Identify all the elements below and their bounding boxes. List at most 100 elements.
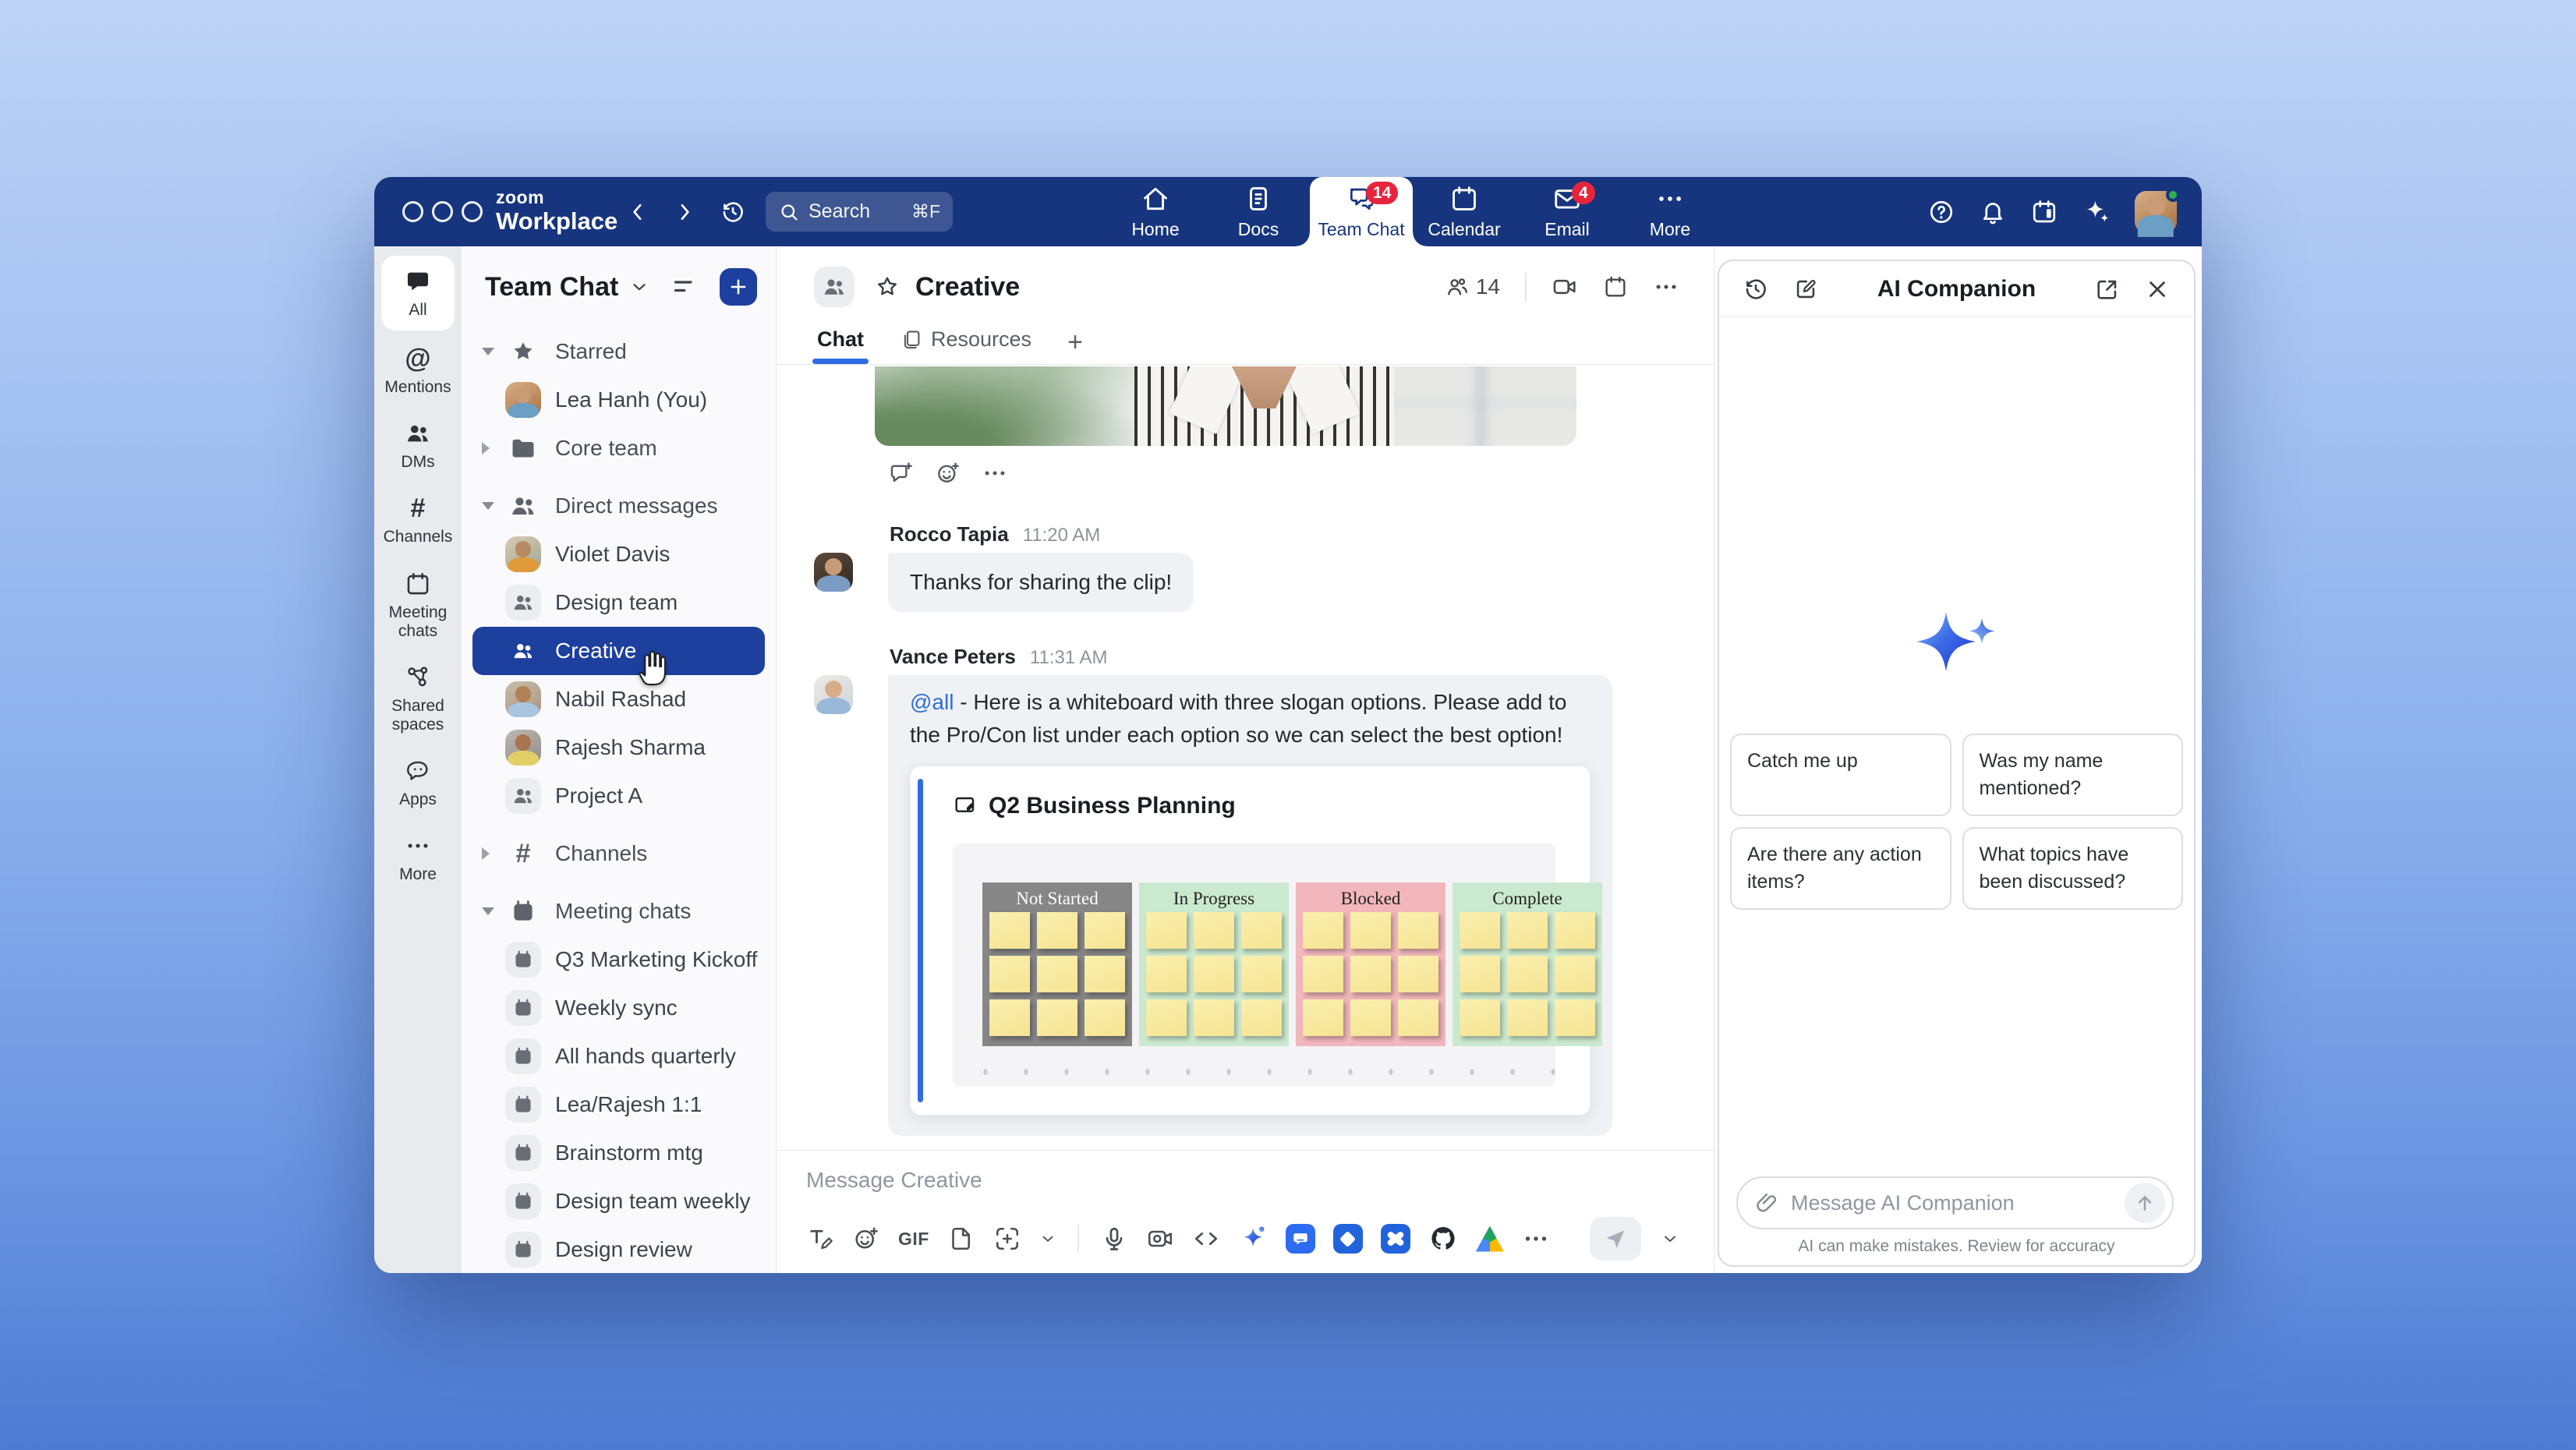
format-text-icon[interactable] [806,1225,834,1253]
composer-input[interactable] [806,1151,1679,1193]
expand-caret-icon[interactable] [482,442,490,454]
ai-new-chat-icon[interactable] [1792,276,1819,302]
sidebar-folder-core-team[interactable]: Core team [472,424,765,472]
sidebar-item-q3-marketing-kickoff[interactable]: Q3 Marketing Kickoff [472,935,765,984]
collapse-caret-icon[interactable] [482,348,494,355]
jira-app-icon[interactable] [1333,1224,1363,1254]
history-button[interactable] [717,196,748,228]
emoji-icon[interactable] [852,1225,880,1253]
help-icon[interactable] [1927,198,1955,226]
sidebar-item-lea-rajesh-1-1[interactable]: Lea/Rajesh 1:1 [472,1080,765,1129]
tab-chat[interactable]: Chat [817,327,864,362]
user-avatar[interactable] [2135,191,2177,233]
rail-item-channels[interactable]: # Channels [374,483,462,558]
sidebar-item-violet-davis[interactable]: Violet Davis [472,530,765,578]
audio-message-mic-icon[interactable] [1100,1225,1128,1253]
reply-in-thread-icon[interactable] [888,460,915,486]
rail-item-shared-spaces[interactable]: Shared spaces [374,652,462,746]
sidebar-item-brainstorm-mtg[interactable]: Brainstorm mtg [472,1129,765,1177]
sidebar-section-channels[interactable]: # Channels [472,829,765,878]
sidebar-section-starred[interactable]: Starred [472,327,765,376]
sidebar-item-project-a[interactable]: Project A [472,772,765,820]
sidebar-item-rajesh-sharma[interactable]: Rajesh Sharma [472,723,765,772]
chip-topics-discussed[interactable]: What topics have been discussed? [1962,827,2184,910]
github-app-icon[interactable] [1428,1224,1458,1254]
nav-tab-more[interactable]: More [1619,177,1721,246]
ai-companion-icon[interactable] [1238,1224,1268,1254]
sidebar-item-lea-hanh[interactable]: Lea Hanh (You) [472,376,765,424]
sidebar-item-design-team[interactable]: Design team [472,578,765,627]
ai-companion-sparkle-icon[interactable] [2082,197,2111,227]
collapse-caret-icon[interactable] [482,907,494,915]
tab-add-button[interactable]: + [1067,327,1083,369]
ai-input-field[interactable] [1791,1191,2114,1215]
mention-all[interactable]: @all [910,690,954,714]
rail-item-all[interactable]: All [381,256,455,331]
screen-capture-icon[interactable] [993,1225,1021,1253]
ai-open-external-icon[interactable] [2094,276,2121,302]
chip-catch-me-up[interactable]: Catch me up [1730,734,1951,816]
add-reaction-icon[interactable] [935,460,961,486]
tab-resources[interactable]: Resources [900,327,1031,362]
sidebar-section-direct-messages[interactable]: Direct messages [472,482,765,530]
start-video-meeting-icon[interactable] [1552,274,1578,300]
gif-icon[interactable]: GIF [898,1229,929,1250]
whiteboard-card[interactable]: Q2 Business Planning Not Started [910,766,1591,1116]
code-snippet-icon[interactable] [1192,1225,1220,1253]
rail-item-apps[interactable]: Apps [374,746,462,821]
ai-message-input[interactable] [1736,1176,2174,1229]
whiteboard-canvas[interactable]: Not Started In Progress Bl [953,843,1555,1087]
capture-chevron-icon[interactable] [1039,1230,1056,1247]
rail-item-meeting-chats[interactable]: Meeting chats [374,559,462,652]
sidebar-title-chevron-icon[interactable] [629,277,649,297]
attachment-paperclip-icon[interactable] [1755,1190,1780,1215]
window-minimize-button[interactable] [432,201,453,222]
video-thumbnail[interactable] [875,366,1576,446]
send-button[interactable] [1590,1217,1641,1261]
filter-icon[interactable] [670,273,698,301]
send-options-chevron-icon[interactable] [1661,1229,1679,1248]
notifications-bell-icon[interactable] [1979,198,2007,226]
nav-tab-calendar[interactable]: Calendar [1413,177,1516,246]
x-app-icon[interactable] [1381,1224,1410,1254]
nav-tab-email[interactable]: Email 4 [1516,177,1619,246]
ai-history-icon[interactable] [1743,276,1769,302]
chat-more-icon[interactable] [1653,274,1679,300]
sidebar-item-design-review[interactable]: Design review [472,1225,765,1273]
message-more-icon[interactable] [982,460,1008,486]
toolbar-more-icon[interactable] [1522,1225,1550,1253]
nav-tab-docs[interactable]: Docs [1207,177,1310,246]
ai-close-icon[interactable] [2144,276,2171,302]
nav-tab-home[interactable]: Home [1104,177,1207,246]
rail-item-more[interactable]: More [374,821,462,896]
sidebar-section-meeting-chats[interactable]: Meeting chats [472,887,765,935]
star-channel-icon[interactable] [875,274,900,299]
member-count[interactable]: 14 [1445,274,1500,299]
collapse-caret-icon[interactable] [482,502,494,510]
window-close-button[interactable] [402,201,423,222]
rail-item-mentions[interactable]: @ Mentions [374,334,462,408]
zoom-chat-app-icon[interactable] [1286,1224,1315,1254]
chip-was-my-name-mentioned[interactable]: Was my name mentioned? [1962,734,2184,816]
search-input[interactable]: Search ⌘F [766,192,953,232]
sidebar-item-nabil-rashad[interactable]: Nabil Rashad [472,675,765,723]
calendar-panel-icon[interactable] [2030,198,2058,226]
new-chat-button[interactable] [720,268,757,306]
schedule-meeting-icon[interactable] [1603,274,1628,299]
sidebar-item-weekly-sync[interactable]: Weekly sync [472,984,765,1032]
nav-tab-team-chat[interactable]: Team Chat 14 [1310,177,1413,246]
chip-action-items[interactable]: Are there any action items? [1730,827,1951,910]
rail-item-dms[interactable]: DMs [374,408,462,483]
sidebar-item-design-team-weekly[interactable]: Design team weekly [472,1177,765,1225]
expand-caret-icon[interactable] [482,847,490,860]
nav-back-button[interactable] [622,196,653,228]
sidebar-item-creative[interactable]: Creative [472,627,765,675]
video-message-icon[interactable] [1146,1225,1174,1253]
sidebar-item-all-hands-quarterly[interactable]: All hands quarterly [472,1032,765,1080]
attach-file-icon[interactable] [947,1225,975,1253]
ai-send-button[interactable] [2125,1183,2165,1223]
google-drive-app-icon[interactable] [1476,1226,1504,1252]
nav-forward-button[interactable] [669,196,700,228]
message-list[interactable]: Rocco Tapia 11:20 AM Thanks for sharing … [777,365,1714,1150]
window-zoom-button[interactable] [462,201,483,222]
